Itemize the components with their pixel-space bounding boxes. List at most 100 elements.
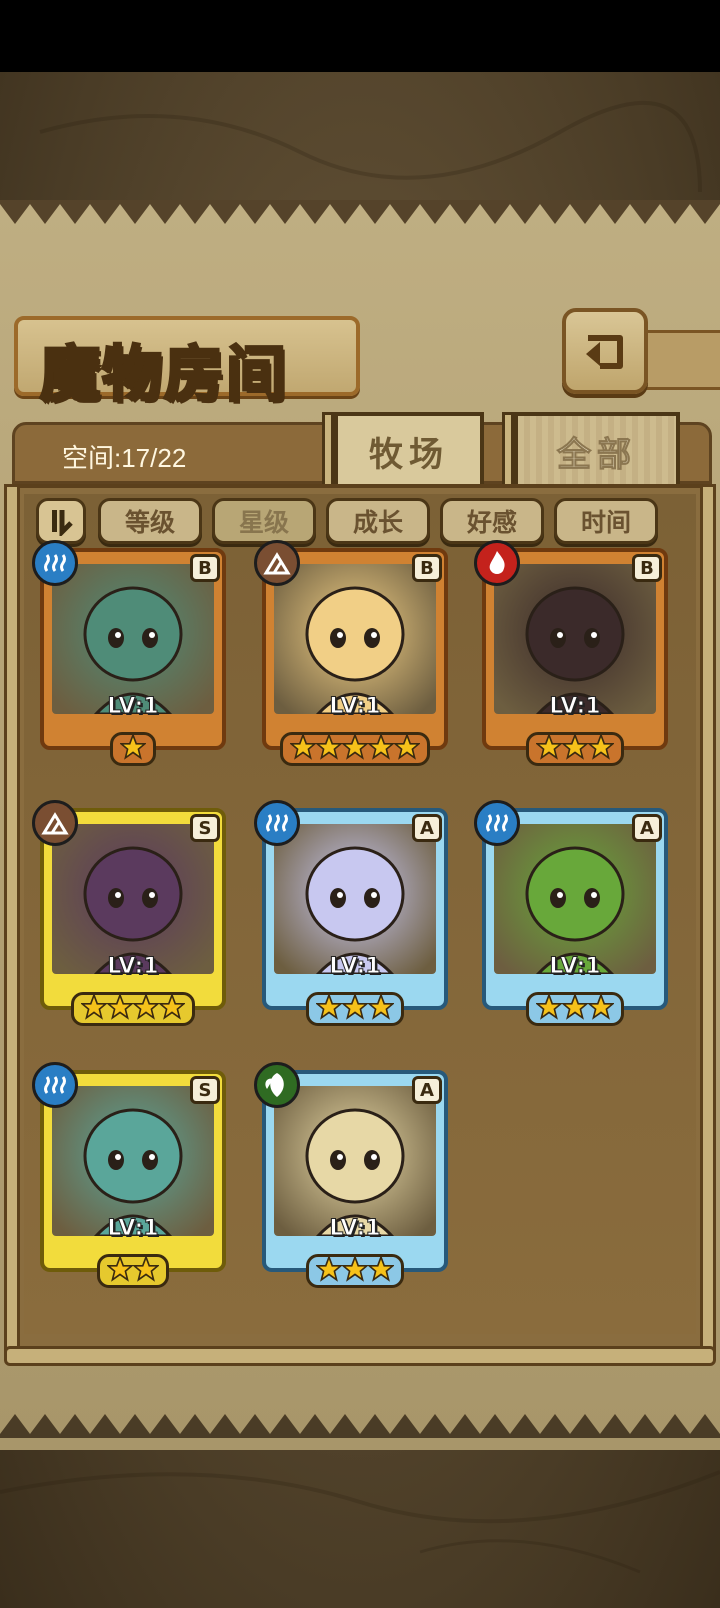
sort-by-growth-label: 成长 bbox=[352, 508, 403, 537]
level-label: LV:1 bbox=[329, 1216, 381, 1242]
water-element-badge bbox=[474, 800, 520, 846]
back-button[interactable] bbox=[562, 308, 648, 394]
rank-badge: S bbox=[190, 1076, 220, 1104]
tab-divider bbox=[322, 412, 334, 494]
star-icon bbox=[290, 734, 316, 760]
star-icon bbox=[588, 994, 614, 1020]
tab-all-label: 全部 bbox=[557, 434, 637, 475]
title-plate: 魔物房间 bbox=[14, 316, 360, 412]
star-icon bbox=[342, 734, 368, 760]
sort-by-level-button[interactable]: 等级 bbox=[98, 498, 202, 544]
sort-by-affection-button[interactable]: 好感 bbox=[440, 498, 544, 544]
star-rating bbox=[262, 994, 448, 1020]
monster-card[interactable]: S LV:1 bbox=[32, 1062, 226, 1288]
sort-by-affection-label: 好感 bbox=[466, 508, 517, 537]
rank-badge: S bbox=[190, 814, 220, 842]
monster-card[interactable]: B LV:1 bbox=[474, 540, 668, 766]
monster-silhouette bbox=[83, 1108, 183, 1236]
fire-element-badge bbox=[474, 540, 520, 586]
star-icon bbox=[133, 994, 159, 1020]
monster-card[interactable]: B LV:1 bbox=[254, 540, 448, 766]
star-rating bbox=[40, 1256, 226, 1282]
level-label: LV:1 bbox=[329, 694, 381, 720]
panel-left-rail bbox=[4, 484, 20, 1360]
star-icon bbox=[588, 734, 614, 760]
back-button-rail bbox=[640, 330, 720, 390]
monster-card[interactable]: B LV:1 bbox=[32, 540, 226, 766]
level-label: LV:1 bbox=[329, 954, 381, 980]
fire-icon bbox=[489, 551, 505, 574]
sort-order-icon bbox=[52, 510, 73, 536]
sort-order-button[interactable] bbox=[36, 498, 86, 544]
water-element-badge bbox=[32, 540, 78, 586]
level-label: LV:1 bbox=[549, 954, 601, 980]
tab-ranch-label: 牧场 bbox=[369, 434, 449, 475]
star-icon bbox=[316, 734, 342, 760]
water-element-badge bbox=[254, 800, 300, 846]
monster-card[interactable]: A LV:1 bbox=[254, 800, 448, 1026]
monster-silhouette bbox=[305, 846, 405, 974]
star-icon bbox=[81, 994, 107, 1020]
rank-badge: A bbox=[632, 814, 662, 842]
sort-by-time-label: 时间 bbox=[580, 508, 631, 537]
space-capacity-label: 空间:17/22 bbox=[62, 443, 187, 473]
star-icon bbox=[342, 994, 368, 1020]
monster-silhouette bbox=[305, 586, 405, 714]
star-rating bbox=[482, 994, 668, 1020]
monster-card[interactable]: A LV:1 bbox=[474, 800, 668, 1026]
water-icon bbox=[486, 814, 508, 832]
rank-badge: B bbox=[412, 554, 442, 582]
earth-element-badge bbox=[254, 540, 300, 586]
star-rating bbox=[40, 994, 226, 1020]
monster-silhouette bbox=[525, 846, 625, 974]
rank-badge: A bbox=[412, 814, 442, 842]
rank-badge: B bbox=[190, 554, 220, 582]
monster-silhouette bbox=[83, 586, 183, 714]
water-element-badge bbox=[32, 1062, 78, 1108]
water-icon bbox=[44, 1076, 66, 1094]
rank-badge: A bbox=[412, 1076, 442, 1104]
star-icon bbox=[562, 734, 588, 760]
monster-portrait bbox=[274, 564, 436, 714]
monster-portrait bbox=[494, 564, 656, 714]
star-rating bbox=[482, 734, 668, 760]
monster-portrait bbox=[494, 824, 656, 974]
star-icon bbox=[133, 1256, 159, 1282]
star-rating bbox=[262, 1256, 448, 1282]
sort-by-stars-label: 星级 bbox=[238, 508, 289, 537]
sort-by-growth-button[interactable]: 成长 bbox=[326, 498, 430, 544]
water-icon bbox=[44, 554, 66, 572]
star-icon bbox=[394, 734, 420, 760]
tab-all[interactable]: 全部 bbox=[514, 412, 680, 490]
level-label: LV:1 bbox=[107, 954, 159, 980]
star-icon bbox=[316, 994, 342, 1020]
panel-bottom-rail bbox=[4, 1346, 716, 1366]
star-icon bbox=[120, 734, 146, 760]
monster-portrait bbox=[52, 1086, 214, 1236]
tab-ranch[interactable]: 牧场 bbox=[334, 412, 484, 490]
star-icon bbox=[368, 1256, 394, 1282]
star-icon bbox=[316, 1256, 342, 1282]
monster-portrait bbox=[274, 824, 436, 974]
star-icon bbox=[368, 994, 394, 1020]
star-icon bbox=[342, 1256, 368, 1282]
page-title: 魔物房间 bbox=[39, 339, 288, 412]
monster-portrait bbox=[52, 824, 214, 974]
tab-divider bbox=[502, 412, 514, 494]
grass-element-badge bbox=[254, 1062, 300, 1108]
star-icon bbox=[368, 734, 394, 760]
monster-card[interactable]: A LV:1 bbox=[254, 1062, 448, 1288]
monster-card[interactable]: S LV:1 bbox=[32, 800, 226, 1026]
monster-silhouette bbox=[525, 586, 625, 714]
level-label: LV:1 bbox=[107, 694, 159, 720]
level-label: LV:1 bbox=[107, 1216, 159, 1242]
return-arrow-icon bbox=[586, 335, 623, 369]
sort-by-stars-button[interactable]: 星级 bbox=[212, 498, 316, 544]
star-icon bbox=[159, 994, 185, 1020]
earth-icon bbox=[263, 552, 291, 575]
sort-by-time-button[interactable]: 时间 bbox=[554, 498, 658, 544]
scroll-bottom-edge bbox=[0, 1414, 720, 1438]
level-label: LV:1 bbox=[549, 694, 601, 720]
earth-icon bbox=[41, 812, 69, 835]
panel-right-rail bbox=[700, 484, 716, 1360]
